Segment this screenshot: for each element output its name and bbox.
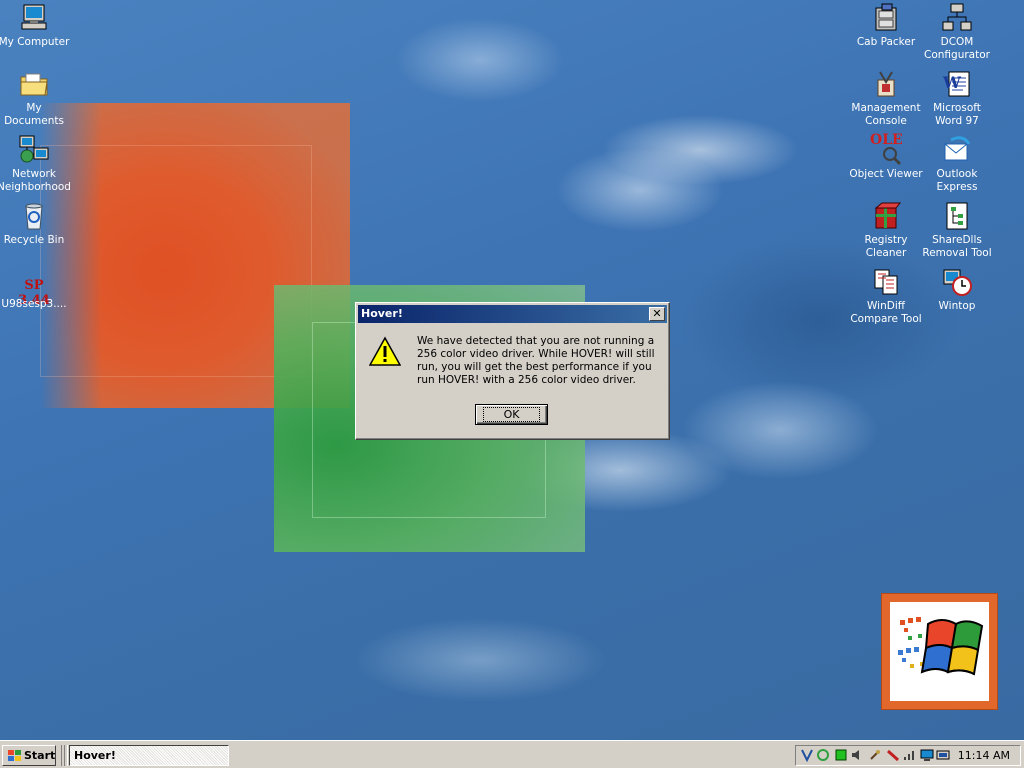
network-icon <box>19 135 49 163</box>
icon-label: My Computer <box>0 36 70 48</box>
volume-icon[interactable] <box>850 748 864 762</box>
tools-icon <box>877 71 895 97</box>
taskbar: Start Hover! 11:14 AM <box>0 740 1024 768</box>
dialog-titlebar[interactable]: Hover! ✕ <box>358 305 667 323</box>
desktop-icon-wintop[interactable]: Wintop <box>920 266 994 313</box>
svg-text:W: W <box>942 73 962 92</box>
icon-label: Outlook Express <box>936 168 978 193</box>
icon-label: Cab Packer <box>856 36 916 48</box>
start-button[interactable]: Start <box>2 745 56 766</box>
recycle-tray-icon[interactable] <box>816 748 830 762</box>
display-tray-icon[interactable] <box>936 748 950 762</box>
close-button[interactable]: ✕ <box>649 307 665 321</box>
icon-label: Registry Cleaner <box>864 234 908 259</box>
desktop-icon-u98sesp3[interactable]: SP 3.44 U98sesp3.... <box>0 264 71 311</box>
desktop-icon-management-console[interactable]: Management Console <box>849 68 923 128</box>
close-icon: ✕ <box>652 307 662 320</box>
icon-label: WinDiff Compare Tool <box>850 300 922 325</box>
desktop-icon-object-viewer[interactable]: OLE Object Viewer <box>849 133 923 181</box>
icon-label: Microsoft Word 97 <box>933 102 981 127</box>
windiff-icon <box>874 269 898 295</box>
icon-label: Object Viewer <box>849 168 923 180</box>
windows-flag-icon <box>8 750 21 761</box>
dialog-message: We have detected that you are not runnin… <box>417 335 655 386</box>
dcom-icon <box>942 3 972 31</box>
desktop-icon-microsoft-word[interactable]: W Microsoft Word 97 <box>920 68 994 128</box>
icon-label: Wintop <box>938 300 976 312</box>
wallpaper-orange-frame <box>40 145 312 377</box>
service-pack-icon: SP 3.44 <box>18 264 50 308</box>
signal-bars-icon[interactable] <box>902 748 916 762</box>
icon-label: My Documents <box>4 102 64 127</box>
desktop-icon-registry-cleaner[interactable]: Registry Cleaner <box>849 200 923 260</box>
wintop-clock-icon <box>943 269 972 296</box>
monitor-tray-icon[interactable] <box>920 748 934 762</box>
icon-label: U98sesp3.... <box>1 298 67 310</box>
computer-icon <box>21 4 47 30</box>
desktop-icon-sharedlls-removal[interactable]: ShareDlls Removal Tool <box>920 200 994 260</box>
icon-label: Recycle Bin <box>3 234 65 246</box>
desktop-icon-my-documents[interactable]: My Documents <box>0 68 71 128</box>
ok-button[interactable]: OK <box>475 404 548 425</box>
outlook-express-icon <box>944 136 971 161</box>
tree-document-icon <box>946 202 968 230</box>
network-tray-icon[interactable] <box>800 748 814 762</box>
icon-label: DCOM Configurator <box>924 36 990 61</box>
taskbar-separator <box>64 745 68 766</box>
green-status-tray-icon[interactable] <box>834 748 848 762</box>
icon-label: Management Console <box>851 102 921 127</box>
folder-icon <box>20 73 48 96</box>
ok-button-label: OK <box>482 407 541 422</box>
start-label: Start <box>24 749 56 762</box>
desktop-icon-network-neighborhood[interactable]: Network Neighborhood <box>0 134 71 194</box>
dialog-title: Hover! <box>361 307 403 320</box>
system-tray: 11:14 AM <box>795 745 1021 766</box>
clock[interactable]: 11:14 AM <box>958 749 1010 762</box>
desktop-icon-my-computer[interactable]: My Computer <box>0 2 71 49</box>
desktop-icon-outlook-express[interactable]: Outlook Express <box>920 134 994 194</box>
recycle-bin-icon <box>25 203 43 230</box>
task-button-label: Hover! <box>74 749 116 762</box>
red-tool-tray-icon[interactable] <box>886 748 900 762</box>
ole-icon: OLE <box>870 133 903 166</box>
cabinet-icon <box>875 3 897 31</box>
icon-label: Network Neighborhood <box>0 168 71 193</box>
icon-label: ShareDlls Removal Tool <box>922 234 992 259</box>
windows-logo-tile <box>881 593 998 710</box>
hover-warning-dialog: Hover! ✕ We have detected that you are n… <box>355 302 670 440</box>
registry-cube-icon <box>874 202 902 229</box>
task-button-hover[interactable]: Hover! <box>69 745 229 766</box>
desktop-icon-windiff[interactable]: WinDiff Compare Tool <box>849 266 923 326</box>
word-icon: W <box>942 71 970 97</box>
desktop-icon-recycle-bin[interactable]: Recycle Bin <box>0 200 71 247</box>
warning-icon <box>369 336 401 366</box>
desktop-icon-dcom-configurator[interactable]: DCOM Configurator <box>920 2 994 62</box>
windows-flag-icon <box>898 617 984 676</box>
desktop-icon-cab-packer[interactable]: Cab Packer <box>849 2 923 49</box>
tool-tray-icon[interactable] <box>868 748 882 762</box>
